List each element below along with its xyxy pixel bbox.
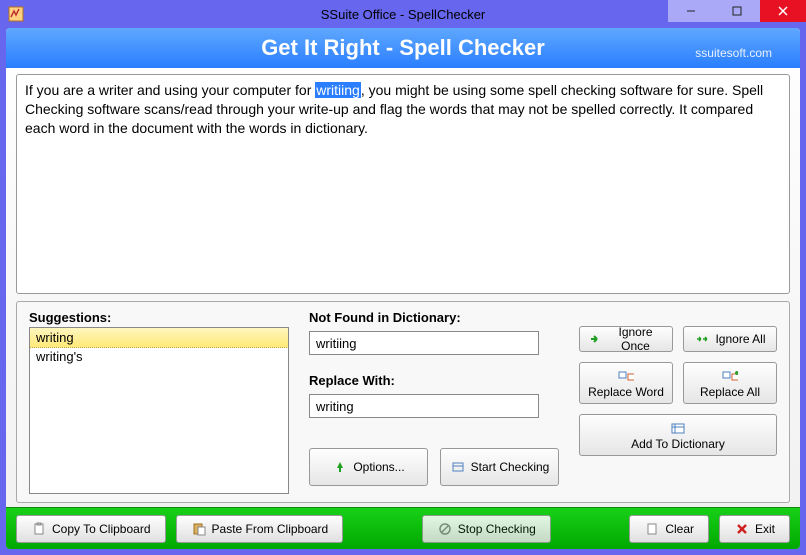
- fields-column: Not Found in Dictionary: Replace With: O…: [309, 310, 559, 494]
- close-button[interactable]: [760, 0, 806, 22]
- suggestions-column: Suggestions: writing writing's: [29, 310, 289, 494]
- arrow-right-icon: [588, 331, 602, 347]
- stop-icon: [437, 521, 453, 537]
- exit-button[interactable]: Exit: [719, 515, 790, 543]
- banner: Get It Right - Spell Checker ssuitesoft.…: [6, 28, 800, 68]
- stop-checking-button[interactable]: Stop Checking: [422, 515, 551, 543]
- paste-icon: [191, 521, 207, 537]
- misspelled-word-highlight: writiing: [315, 82, 361, 98]
- replace-all-button[interactable]: Replace All: [683, 362, 777, 404]
- add-to-dictionary-button[interactable]: Add To Dictionary: [579, 414, 777, 456]
- ignore-all-button[interactable]: Ignore All: [683, 326, 777, 352]
- bottom-toolbar: Copy To Clipboard Paste From Clipboard S…: [6, 507, 800, 549]
- arrow-right-double-icon: [694, 331, 710, 347]
- suggestions-list[interactable]: writing writing's: [29, 327, 289, 494]
- exit-icon: [734, 521, 750, 537]
- replace-with-input[interactable]: [309, 394, 539, 418]
- dictionary-icon: [670, 420, 686, 436]
- doc-text-before: If you are a writer and using your compu…: [25, 82, 315, 98]
- titlebar[interactable]: SSuite Office - SpellChecker: [0, 0, 806, 28]
- suggestion-item[interactable]: writing: [29, 327, 289, 348]
- not-found-label: Not Found in Dictionary:: [309, 310, 559, 325]
- options-icon: [332, 459, 348, 475]
- suggestions-label: Suggestions:: [29, 310, 289, 325]
- controls-panel: Suggestions: writing writing's Not Found…: [16, 301, 790, 503]
- ignore-once-button[interactable]: Ignore Once: [579, 326, 673, 352]
- suggestion-item[interactable]: writing's: [30, 347, 288, 366]
- minimize-button[interactable]: [668, 0, 714, 22]
- options-button[interactable]: Options...: [309, 448, 428, 486]
- action-column: Ignore Once Ignore All Replace Word Repl…: [579, 310, 777, 494]
- replace-word-button[interactable]: Replace Word: [579, 362, 673, 404]
- paste-from-clipboard-button[interactable]: Paste From Clipboard: [176, 515, 344, 543]
- banner-subtitle: ssuitesoft.com: [695, 46, 772, 60]
- copy-icon: [31, 521, 47, 537]
- window-controls: [668, 0, 806, 22]
- start-checking-icon: [450, 459, 466, 475]
- replace-all-icon: [722, 368, 738, 384]
- app-window: SSuite Office - SpellChecker Get It Righ…: [0, 0, 806, 555]
- banner-title: Get It Right - Spell Checker: [261, 35, 545, 61]
- copy-to-clipboard-button[interactable]: Copy To Clipboard: [16, 515, 166, 543]
- start-checking-button[interactable]: Start Checking: [440, 448, 559, 486]
- clear-icon: [644, 521, 660, 537]
- document-text-area[interactable]: If you are a writer and using your compu…: [16, 74, 790, 294]
- replace-icon: [618, 368, 634, 384]
- not-found-input[interactable]: [309, 331, 539, 355]
- client-area: Get It Right - Spell Checker ssuitesoft.…: [6, 28, 800, 549]
- replace-with-label: Replace With:: [309, 373, 559, 388]
- clear-button[interactable]: Clear: [629, 515, 709, 543]
- maximize-button[interactable]: [714, 0, 760, 22]
